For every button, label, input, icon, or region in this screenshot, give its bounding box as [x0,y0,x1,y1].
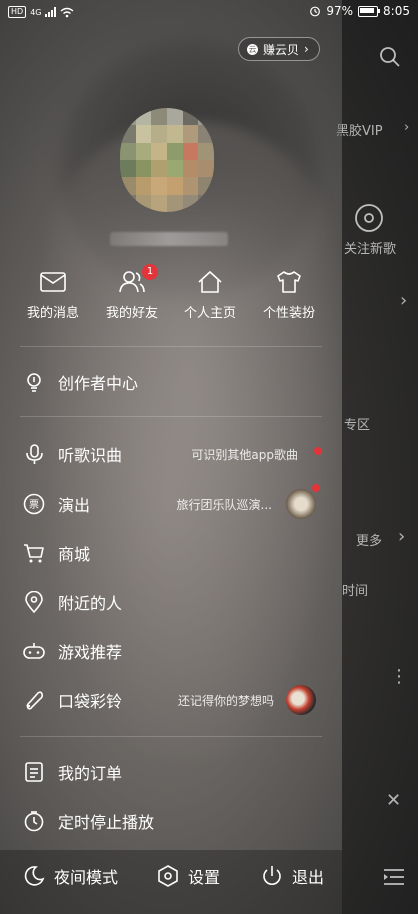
svg-text:票: 票 [29,499,39,511]
new-songs-entry: 关注新歌 [344,242,397,257]
personal-homepage-label: 个人主页 [183,306,236,321]
creator-center-label: 创作者中心 [58,374,139,393]
nearby-people-item[interactable]: 附近的人 [22,584,322,620]
status-bar: HD 4G 97% 8:05 [0,0,418,26]
zone-entry: 专区 [344,418,371,433]
store-item[interactable]: 商城 [22,535,322,571]
shows-hint: 旅行团乐队巡演... [176,497,272,512]
my-friends-button[interactable]: 我的好友 1 [96,264,168,321]
battery-icon [358,5,381,17]
more-link: 更多 [356,534,383,549]
song-recognition-label: 听歌识曲 [58,446,123,465]
signal-icon [45,7,57,17]
divider [20,736,322,737]
shows-label: 演出 [58,496,91,515]
background-main-panel[interactable]: 黑胶VIP › 关注新歌 › 专区 更多 › 时间 ⋮ ✕ [336,0,418,914]
cloud-coin-icon: 云 [247,43,258,55]
notification-dot [314,447,322,455]
disc-icon [355,204,383,232]
my-orders-item[interactable]: 我的订单 [22,754,322,790]
chevron-right-icon: › [404,120,410,135]
logout-button[interactable]: 退出 [260,864,324,888]
gamepad-icon [22,639,46,663]
chevron-right-icon: › [304,42,309,56]
chevron-right-icon: › [400,290,408,311]
ticket-icon: 票 [22,492,46,516]
divider [20,346,322,347]
notification-dot [312,484,320,492]
location-pin-icon [22,590,46,614]
microphone-icon [22,442,46,466]
creator-center-item[interactable]: 创作者中心 [22,364,322,400]
hd-icon: HD [8,6,27,18]
game-recommendations-label: 游戏推荐 [58,643,123,662]
network-type: 4G [30,7,42,17]
sleep-timer-item[interactable]: 定时停止播放 [22,803,322,839]
vip-entry: 黑胶VIP [336,124,383,139]
personal-homepage-button[interactable]: 个人主页 [174,270,246,321]
settings-button[interactable]: 设置 [156,864,220,888]
my-friends-label: 我的好友 [105,306,158,321]
my-messages-button[interactable]: 我的消息 [17,270,89,321]
earn-cloud-coin-button[interactable]: 云 赚云贝 › [238,37,320,61]
avatar[interactable] [120,108,214,212]
settings-label: 设置 [188,868,221,887]
nearby-people-label: 附近的人 [58,594,123,613]
shows-item[interactable]: 票 演出 旅行团乐队巡演... [22,484,322,522]
wifi-icon [61,7,74,17]
store-label: 商城 [58,545,91,564]
night-mode-button[interactable]: 夜间模式 [22,864,118,888]
search-icon [380,47,400,67]
pocket-ringtone-label: 口袋彩铃 [58,692,123,711]
username-blurred [110,232,228,246]
playlist-icon [384,869,404,885]
friends-badge: 1 [142,264,158,280]
ringtone-icon [22,688,46,712]
sleep-timer-label: 定时停止播放 [58,813,155,832]
ringtone-thumbnail [286,685,316,715]
shirt-icon [277,271,301,293]
personalize-label: 个性装扮 [262,306,315,321]
order-list-icon [22,760,46,784]
song-recognition-item[interactable]: 听歌识曲 可识别其他app歌曲 [22,436,322,472]
show-thumbnail [286,489,316,519]
personalize-button[interactable]: 个性装扮 [253,270,325,321]
alarm-icon [310,6,321,17]
home-icon [198,270,222,293]
my-messages-label: 我的消息 [26,306,79,321]
mail-icon [40,272,66,292]
logout-label: 退出 [292,868,325,887]
time-label: 时间 [342,584,369,599]
more-vertical-icon: ⋮ [390,666,408,687]
clock: 8:05 [383,4,410,18]
power-icon [263,866,281,885]
divider [20,416,322,417]
pocket-ringtone-item[interactable]: 口袋彩铃 还记得你的梦想吗 [22,682,322,718]
night-mode-label: 夜间模式 [54,868,119,887]
earn-cloud-coin-label: 赚云贝 [263,42,300,57]
my-orders-label: 我的订单 [58,764,123,783]
lightbulb-icon [22,370,46,394]
drawer-bottom-bar: 夜间模式 设置 退出 [0,850,342,914]
timer-icon [22,809,46,833]
cart-icon [22,541,46,565]
game-recommendations-item[interactable]: 游戏推荐 [22,633,322,669]
settings-hexagon-icon [158,865,178,887]
close-icon: ✕ [386,790,402,811]
moon-icon [24,866,45,886]
pocket-ringtone-hint: 还记得你的梦想吗 [177,693,274,708]
battery-percent: 97% [326,4,354,18]
chevron-right-icon: › [398,526,406,547]
song-recognition-hint: 可识别其他app歌曲 [191,447,298,462]
